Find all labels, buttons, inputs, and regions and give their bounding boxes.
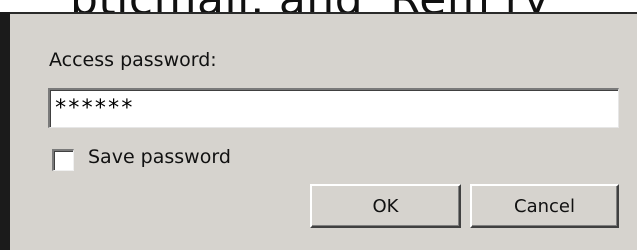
access-password-label: Access password: [49, 49, 217, 71]
ok-button-label: OK [372, 195, 399, 217]
ok-button[interactable]: OK [310, 184, 461, 228]
password-input[interactable]: ****** [48, 88, 619, 128]
dialog-left-edge [0, 12, 10, 250]
save-password-label[interactable]: Save password [88, 146, 231, 168]
screen: pticmail, and 'Rem ry Access password: *… [0, 0, 637, 250]
save-password-checkbox[interactable] [52, 149, 74, 171]
cancel-button[interactable]: Cancel [470, 184, 619, 228]
cancel-button-label: Cancel [514, 195, 575, 217]
